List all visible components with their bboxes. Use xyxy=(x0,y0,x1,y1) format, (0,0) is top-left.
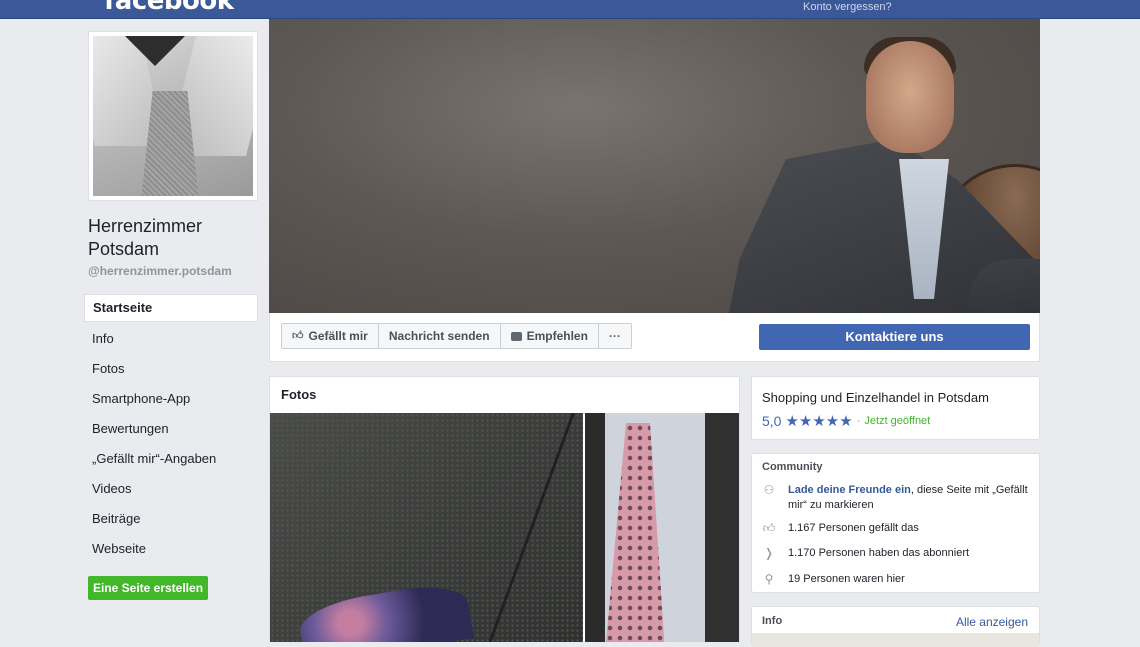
checkins-row: ⚲ 19 Personen waren hier xyxy=(762,572,1032,587)
top-navigation-bar: facebook Konto vergessen? xyxy=(0,0,1140,19)
nav-item-beitraege[interactable]: Beiträge xyxy=(84,504,258,534)
nav-item-bewertungen[interactable]: Bewertungen xyxy=(84,414,258,444)
invite-row: ⚇ Lade deine Freunde ein, diese Seite mi… xyxy=(763,483,1028,511)
nav-item-videos[interactable]: Videos xyxy=(84,474,258,504)
rating-line: 5,0 ★★★★★ · Jetzt geöffnet xyxy=(762,412,930,430)
nav-item-likes[interactable]: „Gefällt mir“-Angaben xyxy=(84,444,258,474)
profile-image xyxy=(93,36,253,196)
forgot-account-link[interactable]: Konto vergessen? xyxy=(803,1,892,13)
likes-row: 👍︎ 1.167 Personen gefällt das xyxy=(762,521,1032,536)
photos-title[interactable]: Fotos xyxy=(270,377,739,414)
star-rating-icon[interactable]: ★★★★★ xyxy=(785,412,852,430)
separator: · xyxy=(856,415,861,427)
send-message-button[interactable]: Nachricht senden xyxy=(377,323,501,349)
people-icon: ⚇ xyxy=(763,483,775,497)
photo-thumbnail[interactable] xyxy=(585,413,739,642)
likes-count[interactable]: 1.167 Personen gefällt das xyxy=(788,521,919,536)
follows-count[interactable]: 1.170 Personen haben das abonniert xyxy=(788,546,969,561)
thumbs-up-icon: 👍︎ xyxy=(762,521,776,535)
photos-card: Fotos xyxy=(269,376,740,642)
recommend-button[interactable]: Empfehlen xyxy=(499,323,599,349)
facebook-logo[interactable]: facebook xyxy=(104,0,234,16)
nav-item-startseite[interactable]: Startseite xyxy=(84,294,258,322)
location-pin-icon: ⚲ xyxy=(764,572,774,586)
info-card: Info Alle anzeigen xyxy=(751,606,1040,647)
open-status: Jetzt geöffnet xyxy=(864,415,931,427)
category-title[interactable]: Shopping und Einzelhandel in Potsdam xyxy=(762,390,989,405)
profile-picture[interactable] xyxy=(88,31,258,201)
create-page-button[interactable]: Eine Seite erstellen xyxy=(88,576,208,600)
page-navigation: Startseite Info Fotos Smartphone-App Bew… xyxy=(84,294,258,564)
info-title: Info xyxy=(762,615,783,627)
thumbs-up-icon: 👍︎ xyxy=(292,330,304,342)
rating-value[interactable]: 5,0 xyxy=(762,413,781,429)
page-title[interactable]: Herrenzimmer Potsdam xyxy=(88,215,258,261)
nav-item-webseite[interactable]: Webseite xyxy=(84,534,258,564)
invite-friends-link[interactable]: Lade deine Freunde ein xyxy=(788,484,911,496)
cover-photo[interactable] xyxy=(269,19,1040,313)
see-all-link[interactable]: Alle anzeigen xyxy=(956,615,1028,629)
map-preview[interactable] xyxy=(752,633,1039,647)
rss-feed-icon: ❭ xyxy=(763,546,775,560)
follows-row: ❭ 1.170 Personen haben das abonniert xyxy=(762,546,1032,561)
checkins-count[interactable]: 19 Personen waren hier xyxy=(788,572,905,587)
speech-bubble-icon xyxy=(510,331,522,341)
photo-thumbnail[interactable] xyxy=(270,413,583,642)
page-handle[interactable]: @herrenzimmer.potsdam xyxy=(88,264,232,278)
more-dots-icon: ··· xyxy=(608,329,621,343)
community-card: Community ⚇ Lade deine Freunde ein, dies… xyxy=(751,453,1040,593)
nav-item-app[interactable]: Smartphone-App xyxy=(84,384,258,414)
page-action-bar: 👍︎ Gefällt mir Nachricht senden Empfehle… xyxy=(269,313,1040,362)
more-options-button[interactable]: ··· xyxy=(597,323,632,349)
category-card: Shopping und Einzelhandel in Potsdam 5,0… xyxy=(751,376,1040,440)
contact-us-button[interactable]: Kontaktiere uns xyxy=(759,324,1030,350)
nav-item-fotos[interactable]: Fotos xyxy=(84,354,258,384)
nav-item-info[interactable]: Info xyxy=(84,324,258,354)
community-title: Community xyxy=(762,461,823,473)
like-button[interactable]: 👍︎ Gefällt mir xyxy=(281,323,379,349)
